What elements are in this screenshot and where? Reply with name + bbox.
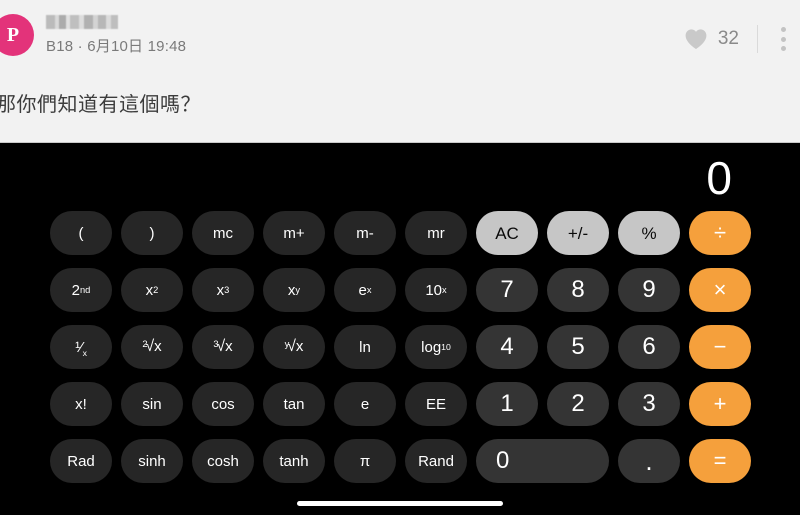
key-ln[interactable]: ln <box>334 325 396 369</box>
like-count: 32 <box>717 28 739 49</box>
key-4[interactable]: 4 <box>476 325 538 369</box>
key-multiply[interactable]: × <box>689 268 751 312</box>
home-indicator <box>297 501 503 506</box>
calculator-keypad: () mc m+ m-mr AC +/-% ÷ 2nd x 2 x 3 x y e x 10 x 7 8 9 × ¹⁄x 2 √… <box>50 211 751 483</box>
key-8[interactable]: 8 <box>547 268 609 312</box>
key-cosh[interactable]: cosh <box>192 439 254 483</box>
key-6[interactable]: 6 <box>618 325 680 369</box>
key-m-minus[interactable]: m- <box>334 211 396 255</box>
key-rand[interactable]: Rand <box>405 439 467 483</box>
key-divide[interactable]: ÷ <box>689 211 751 255</box>
key-sign[interactable]: +/- <box>547 211 609 255</box>
key-ten-power-x[interactable]: 10 x <box>405 268 467 312</box>
key-mr[interactable]: mr <box>405 211 467 255</box>
key-log10[interactable]: log 10 <box>405 325 467 369</box>
key-square-root[interactable]: 2 √ x <box>121 325 183 369</box>
kebab-dot <box>780 46 786 51</box>
key-second[interactable]: 2nd <box>50 268 112 312</box>
key-ac[interactable]: AC <box>476 211 538 255</box>
avatar-letter: P <box>6 23 20 46</box>
key-close-paren[interactable]: ) <box>121 211 183 255</box>
key-m-plus[interactable]: m+ <box>263 211 325 255</box>
key-1[interactable]: 1 <box>476 382 538 426</box>
key-decimal[interactable]: . <box>618 439 680 483</box>
key-tanh[interactable]: tanh <box>263 439 325 483</box>
key-reciprocal[interactable]: ¹⁄x <box>50 325 112 369</box>
key-mc[interactable]: mc <box>192 211 254 255</box>
key-tan[interactable]: tan <box>263 382 325 426</box>
key-9[interactable]: 9 <box>618 268 680 312</box>
key-euler[interactable]: e <box>334 382 396 426</box>
kebab-dot <box>780 27 786 32</box>
key-sinh[interactable]: sinh <box>121 439 183 483</box>
avatar[interactable]: P <box>0 14 34 56</box>
key-percent[interactable]: % <box>618 211 680 255</box>
post-actions: 32 <box>684 22 792 56</box>
key-7[interactable]: 7 <box>476 268 538 312</box>
author-row: P B18 · 6月10日 19:48 <box>0 14 186 56</box>
key-e-power-x[interactable]: ex <box>334 268 396 312</box>
calculator-screenshot: 0 () mc m+ m-mr AC +/-% ÷ 2nd x 2 x 3 x y e x 10 x 7 8 9 × ¹⁄x… <box>0 143 800 515</box>
key-x-cubed[interactable]: x3 <box>192 268 254 312</box>
key-subtract[interactable]: − <box>689 325 751 369</box>
key-0[interactable]: 0 <box>476 439 609 483</box>
key-nth-root[interactable]: y √ x <box>263 325 325 369</box>
key-add[interactable]: + <box>689 382 751 426</box>
post-body-text: 那你們知道有這個嗎？ <box>0 94 201 116</box>
post-header: P B18 · 6月10日 19:48 那你們知道有這個嗎？ 32 <box>0 0 800 143</box>
post-meta-line: B18 · 6月10日 19:48 <box>46 38 187 55</box>
key-3[interactable]: 3 <box>618 382 680 426</box>
key-open-paren[interactable]: ( <box>50 211 112 255</box>
key-x-squared[interactable]: x2 <box>121 268 183 312</box>
calculator-display: 0 <box>706 152 732 204</box>
key-2[interactable]: 2 <box>547 382 609 426</box>
kebab-dot <box>780 36 786 42</box>
more-vertical-icon[interactable] <box>774 26 792 52</box>
author-meta: B18 · 6月10日 19:48 <box>46 14 186 56</box>
heart-icon <box>685 29 707 49</box>
username-blurred <box>46 15 118 29</box>
key-ee[interactable]: EE <box>405 382 467 426</box>
key-factorial[interactable]: x! <box>50 382 112 426</box>
key-cube-root[interactable]: 3 √ x <box>192 325 254 369</box>
like-button[interactable]: 32 <box>684 28 739 50</box>
key-pi[interactable]: π <box>334 439 396 483</box>
key-x-power-y[interactable]: xy <box>263 268 325 312</box>
actions-divider <box>757 25 758 53</box>
key-equals[interactable]: = <box>689 439 751 483</box>
key-cos[interactable]: cos <box>192 382 254 426</box>
key-sin[interactable]: sin <box>121 382 183 426</box>
key-rad[interactable]: Rad <box>50 439 112 483</box>
key-5[interactable]: 5 <box>547 325 609 369</box>
